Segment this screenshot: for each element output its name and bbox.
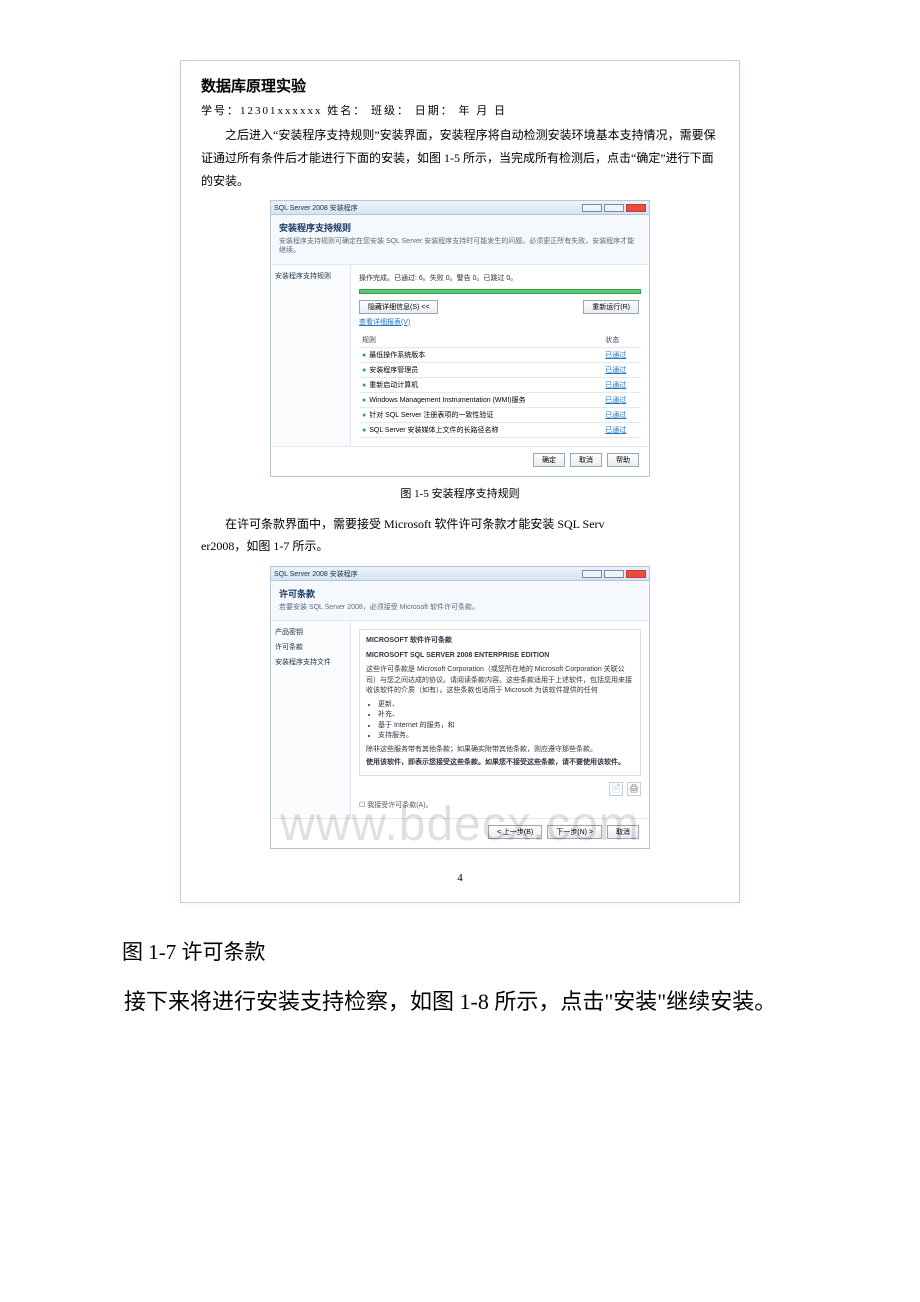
table-row: 针对 SQL Server 注册表项的一致性验证已通过: [359, 407, 641, 422]
next-button[interactable]: 下一步(N) >: [547, 825, 602, 839]
nav-item: 安装程序支持文件: [275, 657, 346, 667]
minimize-icon: [582, 570, 602, 578]
page-number: 4: [201, 872, 719, 884]
table-row: 重新启动计算机已通过: [359, 377, 641, 392]
status-text: 操作完成。已通过: 6。失败 0。警告 0。已跳过 0。: [359, 273, 641, 283]
license-tail: 除非这些服务带有其他条款；如果确实附带其他条款，则应遵守那些条款。: [366, 745, 634, 756]
dialog-heading: 安装程序支持规则: [279, 221, 641, 234]
figure-caption-1-5: 图 1-5 安装程序支持规则: [201, 485, 719, 501]
view-report-link[interactable]: 查看详细报表(V): [359, 319, 410, 326]
nav-item: 许可条款: [275, 642, 346, 652]
license-bullet: 基于 Internet 的服务，和: [378, 721, 634, 732]
cancel-button[interactable]: 取消: [570, 453, 602, 467]
license-dialog: SQL Server 2008 安装程序 许可条款 若要安装 SQL Serve…: [270, 566, 650, 849]
dialog-footer: 确定 取消 帮助: [271, 446, 649, 476]
meta-line: 学号：12301xxxxxx 姓名： 班级： 日期： 年 月 日: [201, 102, 719, 118]
hide-details-button[interactable]: 隐藏详细信息(S) <<: [359, 300, 438, 314]
paragraph-install-support: 接下来将进行安装支持检察，如图 1-8 所示，点击"安装"继续安装。: [80, 981, 840, 1023]
paragraph-2b: er2008，如图 1-7 所示。: [201, 535, 719, 558]
dialog-header: 安装程序支持规则 安装程序支持规则可确定在您安装 SQL Server 安装程序…: [271, 215, 649, 264]
col-rule: 规则: [359, 333, 602, 348]
dialog-main: 操作完成。已通过: 6。失败 0。警告 0。已跳过 0。 隐藏详细信息(S) <…: [351, 265, 649, 446]
col-status: 状态: [602, 333, 641, 348]
paragraph-2a: 在许可条款界面中，需要接受 Microsoft 软件许可条款才能安装 SQL S…: [201, 513, 719, 536]
license-body: 这些许可条款是 Microsoft Corporation（或您所在地的 Mic…: [366, 665, 634, 697]
window-buttons: [582, 570, 646, 578]
dialog-nav: 安装程序支持规则: [271, 265, 351, 446]
table-row: Windows Management Instrumentation (WMI)…: [359, 392, 641, 407]
license-bullet: 补充、: [378, 710, 634, 721]
nav-item: 安装程序支持规则: [275, 271, 346, 281]
license-tail2: 使用该软件，即表示您接受这些条款。如果您不接受这些条款，请不要使用该软件。: [366, 758, 634, 769]
dialog-title: SQL Server 2008 安装程序: [274, 203, 358, 213]
dialog-titlebar: SQL Server 2008 安装程序: [271, 201, 649, 215]
dialog-titlebar: SQL Server 2008 安装程序: [271, 567, 649, 581]
cancel-button[interactable]: 取消: [607, 825, 639, 839]
nav-item: 产品密钥: [275, 627, 346, 637]
license-subtitle: MICROSOFT SQL SERVER 2008 ENTERPRISE EDI…: [366, 651, 634, 662]
license-main: MICROSOFT 软件许可条款 MICROSOFT SQL SERVER 20…: [351, 621, 649, 818]
table-row: 最低操作系统版本已通过: [359, 347, 641, 362]
rules-table: 规则 状态 最低操作系统版本已通过 安装程序管理员已通过 重新启动计算机已通过 …: [359, 333, 641, 438]
dialog-description: 若要安装 SQL Server 2008，必须接受 Microsoft 软件许可…: [279, 603, 641, 612]
scanned-page: 数据库原理实验 学号：12301xxxxxx 姓名： 班级： 日期： 年 月 日…: [180, 60, 740, 903]
dialog-title: SQL Server 2008 安装程序: [274, 569, 358, 579]
back-button[interactable]: < 上一步(B): [488, 825, 542, 839]
accept-checkbox[interactable]: ☐ 我接受许可条款(A)。: [359, 800, 641, 810]
dialog-header: 许可条款 若要安装 SQL Server 2008，必须接受 Microsoft…: [271, 581, 649, 621]
figure-caption-1-7: 图 1-7 许可条款: [80, 933, 840, 973]
progress-bar: [359, 289, 641, 294]
close-icon: [626, 204, 646, 212]
help-button[interactable]: 帮助: [607, 453, 639, 467]
maximize-icon: [604, 570, 624, 578]
install-rules-dialog: SQL Server 2008 安装程序 安装程序支持规则 安装程序支持规则可确…: [270, 200, 650, 476]
license-bullet: 更新、: [378, 700, 634, 711]
dialog-footer: < 上一步(B) 下一步(N) > 取消: [271, 818, 649, 848]
window-buttons: [582, 204, 646, 212]
below-text-block: 图 1-7 许可条款 接下来将进行安装支持检察，如图 1-8 所示，点击"安装"…: [80, 933, 840, 1023]
table-row: 安装程序管理员已通过: [359, 362, 641, 377]
print-icon[interactable]: 🖨: [627, 782, 641, 796]
dialog-nav: 产品密钥 许可条款 安装程序支持文件: [271, 621, 351, 818]
dialog-heading: 许可条款: [279, 587, 641, 600]
dialog-description: 安装程序支持规则可确定在您安装 SQL Server 安装程序支持时可能发生的问…: [279, 237, 641, 255]
license-text-box: MICROSOFT 软件许可条款 MICROSOFT SQL SERVER 20…: [359, 629, 641, 776]
page-title: 数据库原理实验: [201, 75, 719, 96]
license-title: MICROSOFT 软件许可条款: [366, 636, 634, 647]
paragraph-1: 之后进入“安装程序支持规则”安装界面，安装程序将自动检测安装环境基本支持情况，需…: [201, 124, 719, 192]
copy-icon[interactable]: 📄: [609, 782, 623, 796]
table-row: SQL Server 安装媒体上文件的长路径名称已通过: [359, 422, 641, 437]
ok-button[interactable]: 确定: [533, 453, 565, 467]
maximize-icon: [604, 204, 624, 212]
minimize-icon: [582, 204, 602, 212]
license-bullet: 支持服务。: [378, 731, 634, 742]
close-icon: [626, 570, 646, 578]
rerun-button[interactable]: 重新运行(R): [583, 300, 639, 314]
license-actions: 📄 🖨: [359, 782, 641, 796]
